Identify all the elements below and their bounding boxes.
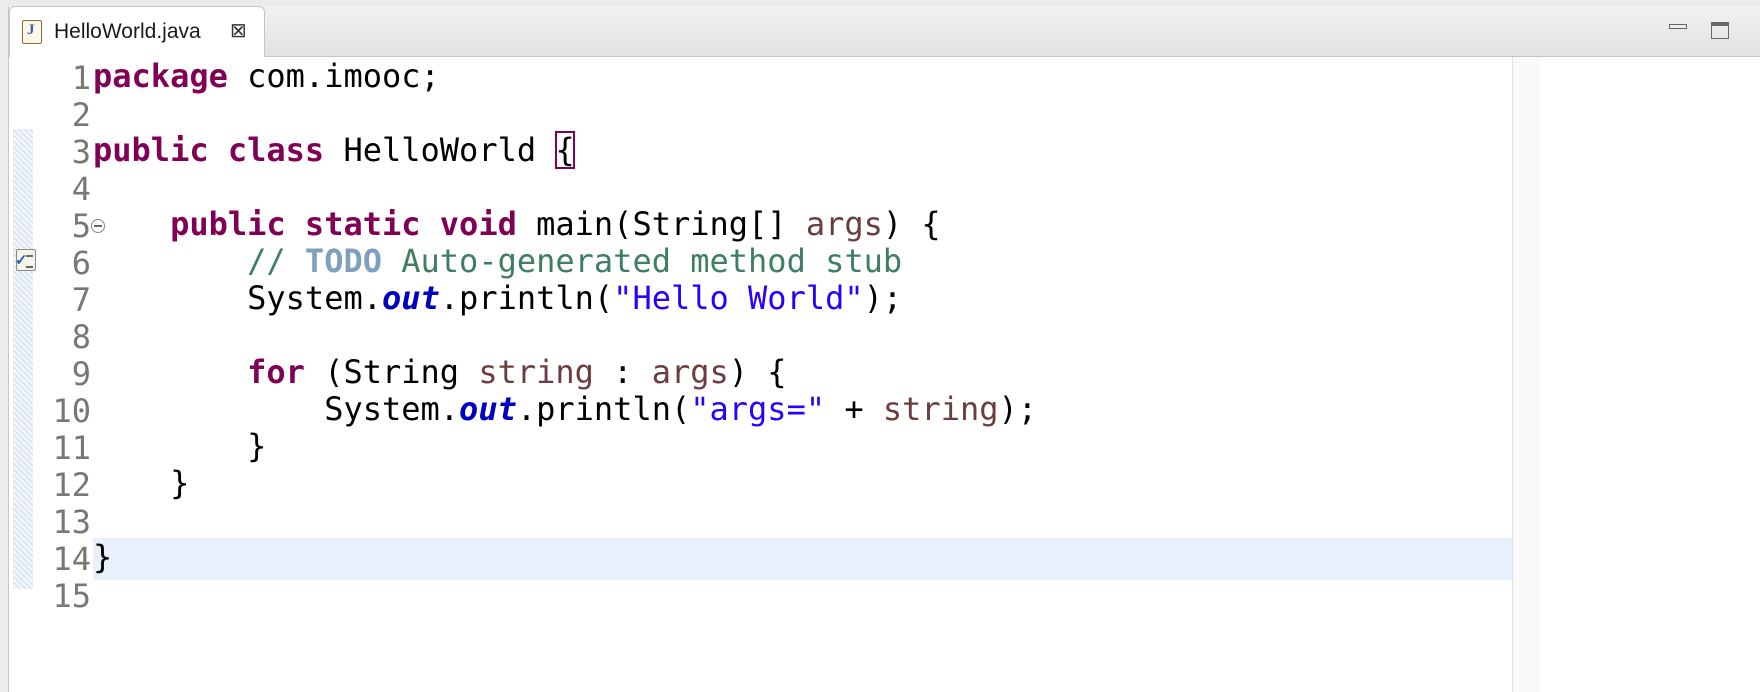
- code-line-11: }: [93, 427, 267, 465]
- line-number: 4: [71, 170, 91, 208]
- tab-title: HelloWorld.java: [54, 20, 201, 43]
- code-line-5: public static void main(String[] args) {: [170, 205, 941, 243]
- line-number: 8: [71, 318, 91, 356]
- code-line-6: // TODO Auto-generated method stub: [247, 242, 903, 280]
- editor-right-margin: [1540, 57, 1760, 692]
- java-file-icon: J: [22, 20, 42, 44]
- line-number: 15: [52, 577, 91, 615]
- maximize-button[interactable]: [1709, 20, 1731, 40]
- overview-ruler[interactable]: [1512, 57, 1559, 692]
- code-line-12: }: [93, 464, 190, 502]
- code-line-7: System.out.println("Hello World");: [247, 279, 903, 317]
- left-ruler: [13, 57, 36, 692]
- line-number: 9: [71, 355, 91, 393]
- matching-bracket: {: [555, 131, 575, 169]
- line-number: 3: [71, 133, 91, 171]
- line-number: 12: [52, 466, 91, 504]
- code-line-14-current: }: [93, 538, 1513, 580]
- line-number: 14: [52, 540, 91, 578]
- line-number: 7: [71, 281, 91, 319]
- code-line-1: package com.imooc;: [93, 57, 440, 95]
- line-number: 6: [71, 244, 91, 282]
- editor-window: J HelloWorld.java ⊠ 1 2 3 4 5 6 7 8 9 10…: [8, 6, 1760, 692]
- line-number: 10: [52, 392, 91, 430]
- line-number: 11: [52, 429, 91, 467]
- code-line-3: public class HelloWorld {: [93, 131, 575, 169]
- line-number: 1: [71, 59, 91, 97]
- code-line-10: System.out.println("args=" + string);: [324, 390, 1038, 428]
- code-line-9: for (String string : args) {: [247, 353, 787, 391]
- minimize-button[interactable]: [1667, 20, 1689, 40]
- code-editor[interactable]: 1 2 3 4 5 6 7 8 9 10 11 12 13 14 15 pack…: [9, 57, 1760, 692]
- line-number: 5: [71, 207, 91, 245]
- tab-helloworld-java[interactable]: J HelloWorld.java ⊠: [9, 6, 265, 57]
- quick-diff-marker: [13, 129, 33, 589]
- editor-tab-bar: J HelloWorld.java ⊠: [9, 6, 1760, 57]
- close-icon[interactable]: ⊠: [230, 21, 247, 41]
- line-number: 2: [71, 96, 91, 134]
- line-number: 13: [52, 503, 91, 541]
